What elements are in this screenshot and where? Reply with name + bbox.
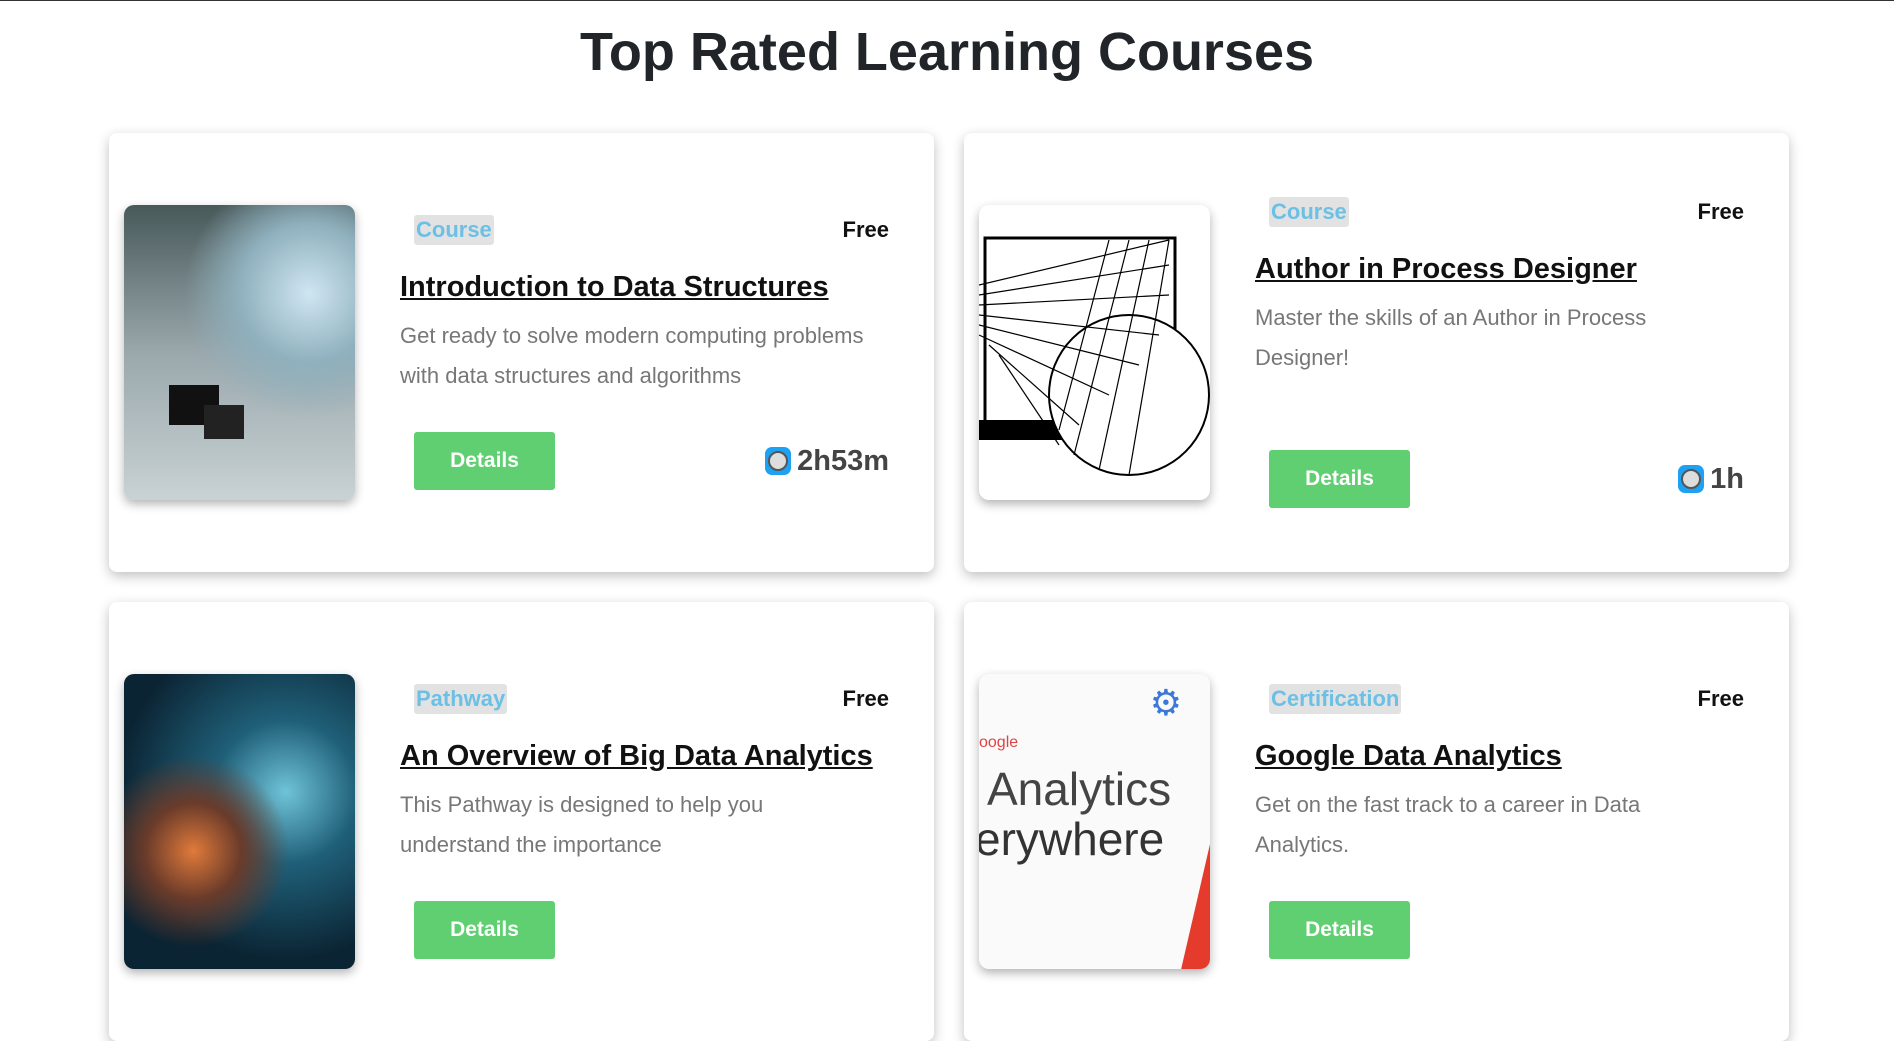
course-type-badge: Certification [1269, 684, 1402, 714]
clock-icon [765, 447, 792, 475]
gear-icon: ⚙ [1149, 682, 1182, 723]
course-card: Course Free Introduction to Data Structur… [109, 133, 934, 572]
course-type-badge: Pathway [414, 684, 508, 714]
course-thumbnail [124, 674, 355, 969]
course-grid: Course Free Introduction to Data Structur… [0, 133, 1894, 1041]
price-label: Free [1697, 686, 1744, 711]
course-description: Get on the fast track to a career in Dat… [1255, 792, 1641, 857]
course-card: Pathway Free An Overview of Big Data Anal… [109, 602, 934, 1041]
details-button[interactable]: Details [414, 901, 555, 959]
course-thumbnail: ⚙ oogle Analytics erywhere [979, 674, 1210, 969]
duration: 1h [1678, 463, 1744, 496]
course-title-link[interactable]: Introduction to Data Structures [400, 271, 829, 304]
clock-icon [1678, 465, 1705, 493]
line-art-image [979, 236, 1210, 476]
thumbnail-line1: Analytics [987, 763, 1172, 815]
course-title-link[interactable]: An Overview of Big Data Analytics [400, 740, 873, 773]
page-title: Top Rated Learning Courses [579, 22, 1315, 82]
course-description: Get ready to solve modern computing prob… [400, 323, 864, 388]
details-button[interactable]: Details [414, 432, 555, 490]
thumbnail-brand: oogle [979, 734, 1019, 751]
course-card: ⚙ oogle Analytics erywhere Certification… [964, 602, 1789, 1041]
price-label: Free [842, 217, 889, 242]
price-label: Free [1697, 199, 1744, 224]
course-title-link[interactable]: Author in Process Designer [1255, 253, 1637, 286]
course-type-badge: Course [1269, 197, 1349, 227]
price-label: Free [842, 686, 889, 711]
duration: 2h53m [765, 445, 889, 478]
thumbnail-line2: erywhere [979, 813, 1165, 865]
course-thumbnail [124, 205, 355, 500]
course-title-link[interactable]: Google Data Analytics [1255, 740, 1562, 773]
course-type-badge: Course [414, 215, 494, 245]
course-thumbnail [979, 205, 1210, 500]
course-description: Master the skills of an Author in Proces… [1255, 305, 1647, 370]
course-description: This Pathway is designed to help you und… [400, 792, 764, 857]
course-card: Course Free Author in Process Designer Ma… [964, 133, 1789, 572]
details-button[interactable]: Details [1269, 450, 1410, 508]
details-button[interactable]: Details [1269, 901, 1410, 959]
